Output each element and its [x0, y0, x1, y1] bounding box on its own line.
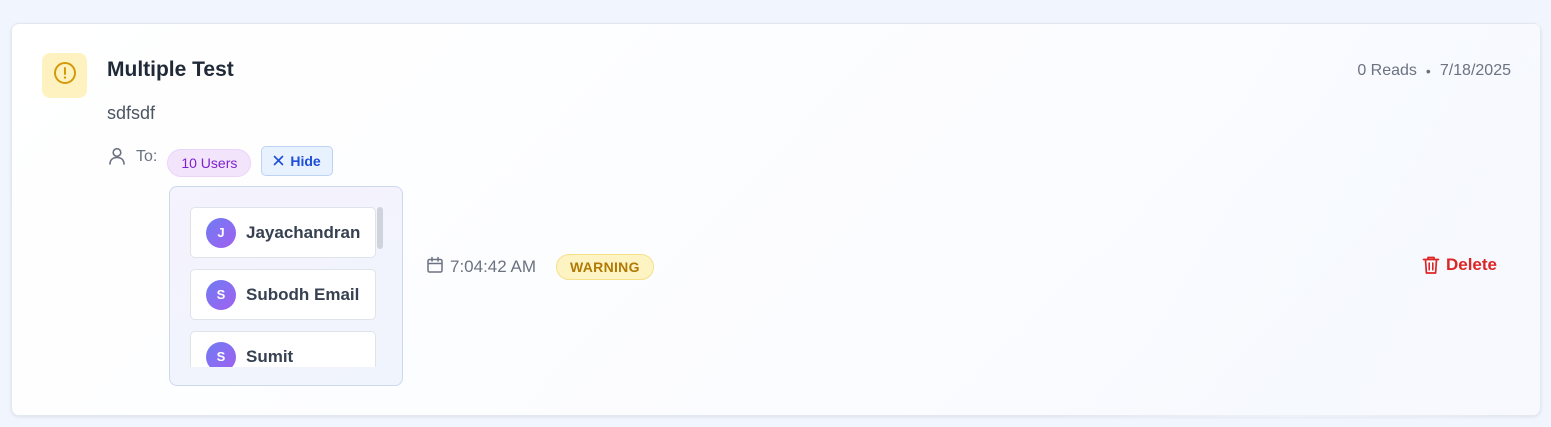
read-count: 0 Reads: [1357, 62, 1417, 79]
recipient-item: S Sumit: [190, 331, 376, 367]
recipient-name: Sumit: [246, 346, 294, 366]
recipient-name: Jayachandran: [246, 222, 361, 242]
notification-title: Multiple Test: [107, 58, 234, 81]
recipients-scrollbar[interactable]: [377, 207, 383, 367]
user-icon: [107, 146, 127, 166]
recipient-item: J Jayachandran: [190, 207, 376, 258]
recipients-row: To: 10 Users Hide: [107, 144, 333, 177]
notification-meta: 0 Reads • 7/18/2025: [1357, 62, 1511, 80]
close-icon: [273, 153, 284, 169]
calendar-icon: [426, 256, 444, 279]
avatar: J: [206, 217, 236, 248]
hide-recipients-button[interactable]: Hide: [261, 145, 333, 176]
recipients-list[interactable]: J Jayachandran S Subodh Email S Sumit: [190, 207, 380, 367]
notification-body: sdfsdf: [107, 103, 156, 123]
users-count-badge[interactable]: 10 Users: [167, 148, 252, 177]
warning-level-badge: WARNING: [556, 254, 654, 280]
to-label: To:: [136, 148, 158, 165]
delete-button[interactable]: Delete: [1422, 255, 1497, 275]
recipient-item: S Subodh Email: [190, 269, 376, 320]
time-row: 7:04:42 AM WARNING: [426, 253, 654, 281]
exclamation-circle-icon: [53, 61, 77, 90]
delete-button-label: Delete: [1445, 255, 1497, 274]
trash-icon: [1422, 255, 1440, 275]
notification-date: 7/18/2025: [1439, 62, 1511, 79]
notification-card: Multiple Test 0 Reads • 7/18/2025 sdfsdf…: [11, 23, 1541, 417]
notification-time: 7:04:42 AM: [450, 257, 537, 276]
avatar: S: [206, 279, 236, 310]
scrollbar-thumb[interactable]: [377, 207, 383, 249]
avatar: S: [206, 341, 236, 367]
hide-button-label: Hide: [290, 152, 321, 169]
warning-icon-badge: [42, 53, 87, 98]
meta-separator: •: [1425, 63, 1431, 79]
recipient-name: Subodh Email: [246, 284, 360, 304]
recipients-panel: J Jayachandran S Subodh Email S Sumit: [169, 186, 403, 386]
card-background-shine: [940, 24, 1540, 417]
